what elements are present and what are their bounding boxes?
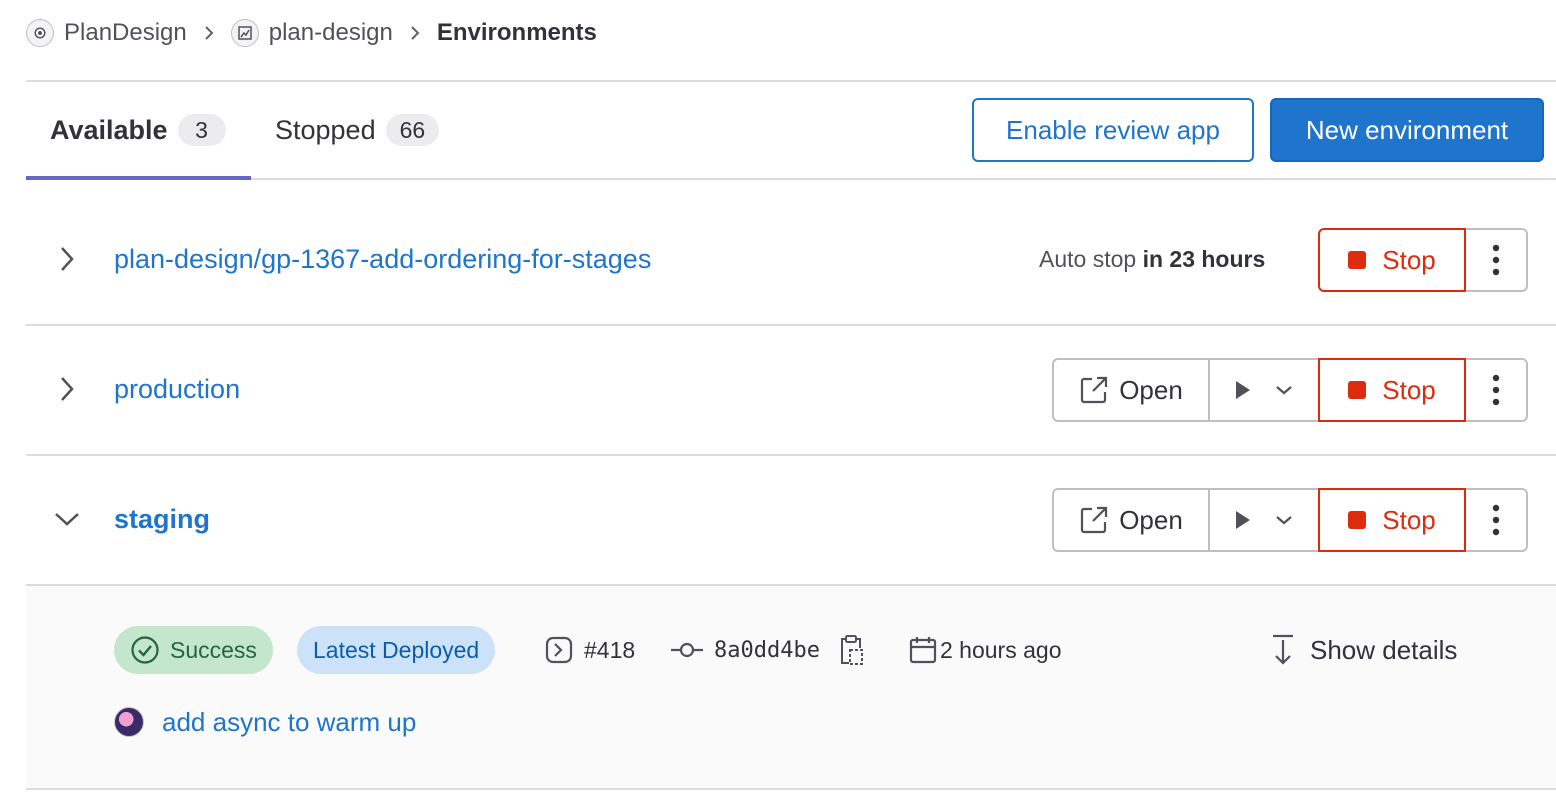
group-avatar-icon [26, 19, 54, 47]
kebab-icon [1492, 374, 1500, 406]
calendar-icon [909, 637, 937, 664]
stop-button[interactable]: Stop [1318, 488, 1466, 552]
external-link-icon [1081, 376, 1108, 404]
tab-label: Available [50, 114, 168, 145]
arrow-down-icon [1273, 634, 1293, 665]
stop-label: Stop [1382, 504, 1436, 535]
auto-stop-label: Auto stop [1039, 246, 1137, 272]
chevron-right-icon [409, 25, 421, 41]
tab-count-badge: 3 [177, 114, 226, 146]
chevron-right-icon[interactable] [52, 374, 82, 404]
environment-actions: Open Stop [1052, 488, 1528, 552]
auto-stop-text: Auto stop in 23 hours [1039, 246, 1265, 273]
new-environment-button[interactable]: New environment [1270, 98, 1544, 162]
deploy-dropdown-button[interactable] [1208, 358, 1320, 422]
stop-button[interactable]: Stop [1318, 228, 1466, 292]
chevron-down-icon [1276, 516, 1292, 525]
tab-count-badge: 66 [385, 114, 440, 146]
environment-name-link[interactable]: production [114, 374, 240, 405]
stop-icon [1348, 381, 1367, 399]
show-details-label: Show details [1310, 634, 1458, 665]
environment-row: staging Open Stop [26, 456, 1556, 586]
pipeline-link[interactable]: #418 [544, 630, 635, 670]
commit-sha-text: 8a0dd4be [714, 637, 820, 663]
play-icon [1236, 511, 1250, 529]
environment-actions: Stop [1318, 228, 1528, 292]
environment-name-link[interactable]: plan-design/gp-1367-add-ordering-for-sta… [114, 244, 651, 275]
status-label: Success [170, 636, 257, 663]
chevron-right-icon [203, 25, 215, 41]
open-button[interactable]: Open [1052, 358, 1210, 422]
auto-stop-value: in 23 hours [1142, 246, 1266, 272]
more-actions-button[interactable] [1464, 358, 1528, 422]
clipboard-icon [841, 635, 863, 665]
deployed-time: 2 hours ago [908, 630, 1061, 670]
open-label: Open [1119, 374, 1183, 405]
pipeline-icon [545, 636, 573, 664]
environment-actions: Open Stop [1052, 358, 1528, 422]
kebab-icon [1492, 244, 1500, 276]
chevron-right-icon[interactable] [52, 244, 82, 274]
time-text: 2 hours ago [940, 636, 1062, 663]
kebab-icon [1492, 504, 1500, 536]
external-link-icon [1081, 506, 1108, 534]
latest-deployed-badge: Latest Deployed [297, 626, 496, 674]
tab-available[interactable]: Available 3 [26, 82, 251, 180]
stop-icon [1348, 251, 1367, 269]
commit-title-text: add async to warm up [162, 706, 417, 737]
commit-icon [671, 642, 703, 658]
deployment-details-panel: Success Latest Deployed #418 8a0dd4be 2 … [26, 586, 1556, 790]
tab-stopped[interactable]: Stopped 66 [251, 82, 463, 178]
show-details-button[interactable]: Show details [1270, 630, 1457, 670]
open-button[interactable]: Open [1052, 488, 1210, 552]
stop-label: Stop [1382, 244, 1436, 275]
stop-icon [1348, 511, 1367, 529]
breadcrumb: PlanDesign plan-design Environments [26, 14, 597, 52]
copy-sha-button[interactable] [838, 630, 874, 670]
avatar [114, 707, 144, 737]
tab-label: Stopped [275, 114, 376, 145]
commit-title-link[interactable]: add async to warm up [114, 702, 416, 742]
stop-button[interactable]: Stop [1318, 358, 1466, 422]
check-circle-icon [131, 636, 159, 664]
commit-sha[interactable]: 8a0dd4be [670, 630, 820, 670]
breadcrumb-group-link[interactable]: PlanDesign [64, 19, 187, 47]
chevron-down-icon [1276, 386, 1292, 395]
breadcrumb-project-link[interactable]: plan-design [269, 19, 393, 47]
environment-name-link[interactable]: staging [114, 504, 210, 535]
environment-row: plan-design/gp-1367-add-ordering-for-sta… [26, 196, 1556, 326]
chevron-down-icon[interactable] [52, 504, 82, 534]
more-actions-button[interactable] [1464, 488, 1528, 552]
more-actions-button[interactable] [1464, 228, 1528, 292]
breadcrumb-current[interactable]: Environments [437, 19, 597, 47]
pipeline-id: #418 [584, 636, 636, 663]
project-avatar-icon [230, 19, 259, 47]
enable-review-app-button[interactable]: Enable review app [972, 98, 1254, 162]
open-label: Open [1119, 504, 1183, 535]
environment-row: production Open Stop [26, 326, 1556, 456]
play-icon [1236, 381, 1250, 399]
deploy-dropdown-button[interactable] [1208, 488, 1320, 552]
status-badge[interactable]: Success [114, 626, 273, 674]
stop-label: Stop [1382, 374, 1436, 405]
